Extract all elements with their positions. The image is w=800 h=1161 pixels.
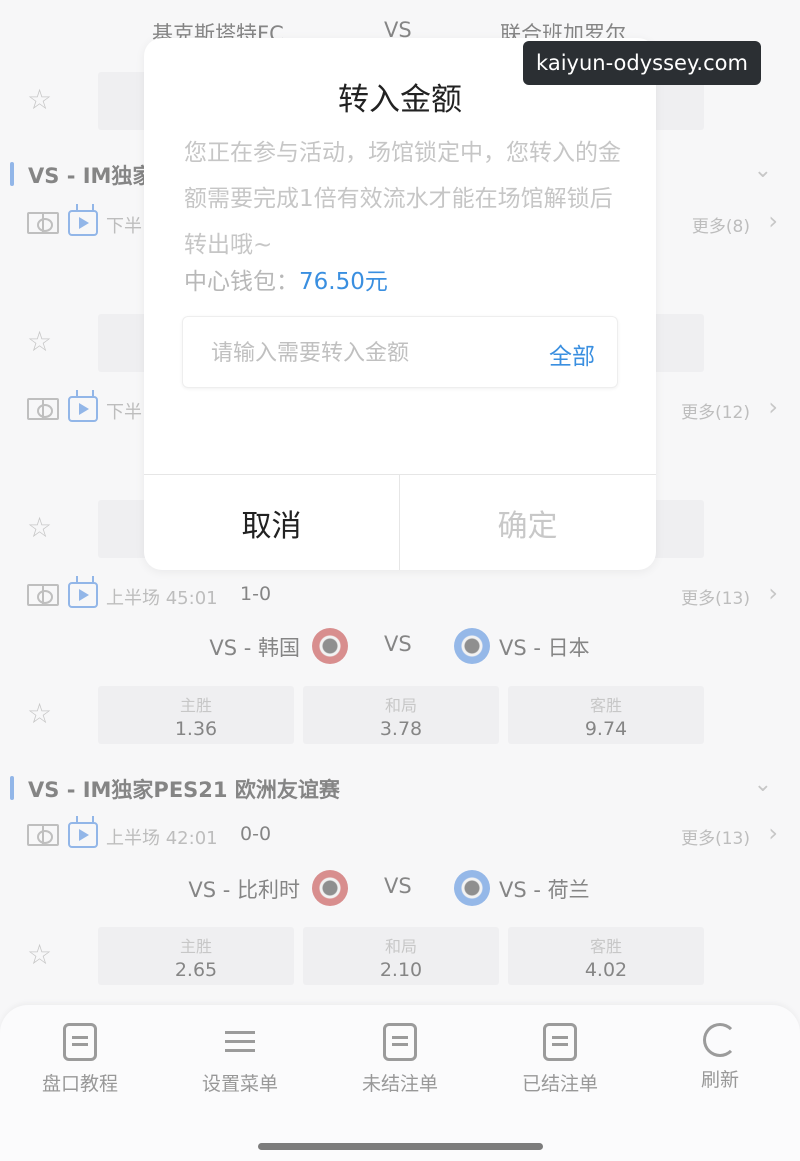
transfer-dialog: 转入金额 您正在参与活动，场馆锁定中，您转入的金额需要完成1倍有效流水才能在场馆… [144, 38, 656, 570]
dialog-message: 您正在参与活动，场馆锁定中，您转入的金额需要完成1倍有效流水才能在场馆解锁后转出… [184, 140, 621, 258]
amount-input-box: 全部 [182, 316, 618, 388]
wallet-value: 76.50元 [299, 269, 388, 295]
cancel-button[interactable]: 取消 [144, 475, 399, 570]
wallet-label: 中心钱包： [184, 269, 299, 295]
wallet-balance: 中心钱包：76.50元 [184, 262, 388, 296]
all-amount-button[interactable]: 全部 [549, 337, 595, 371]
watermark-label: kaiyun-odyssey.com [523, 41, 761, 85]
confirm-button[interactable]: 确定 [400, 475, 655, 570]
amount-input[interactable] [211, 335, 511, 371]
